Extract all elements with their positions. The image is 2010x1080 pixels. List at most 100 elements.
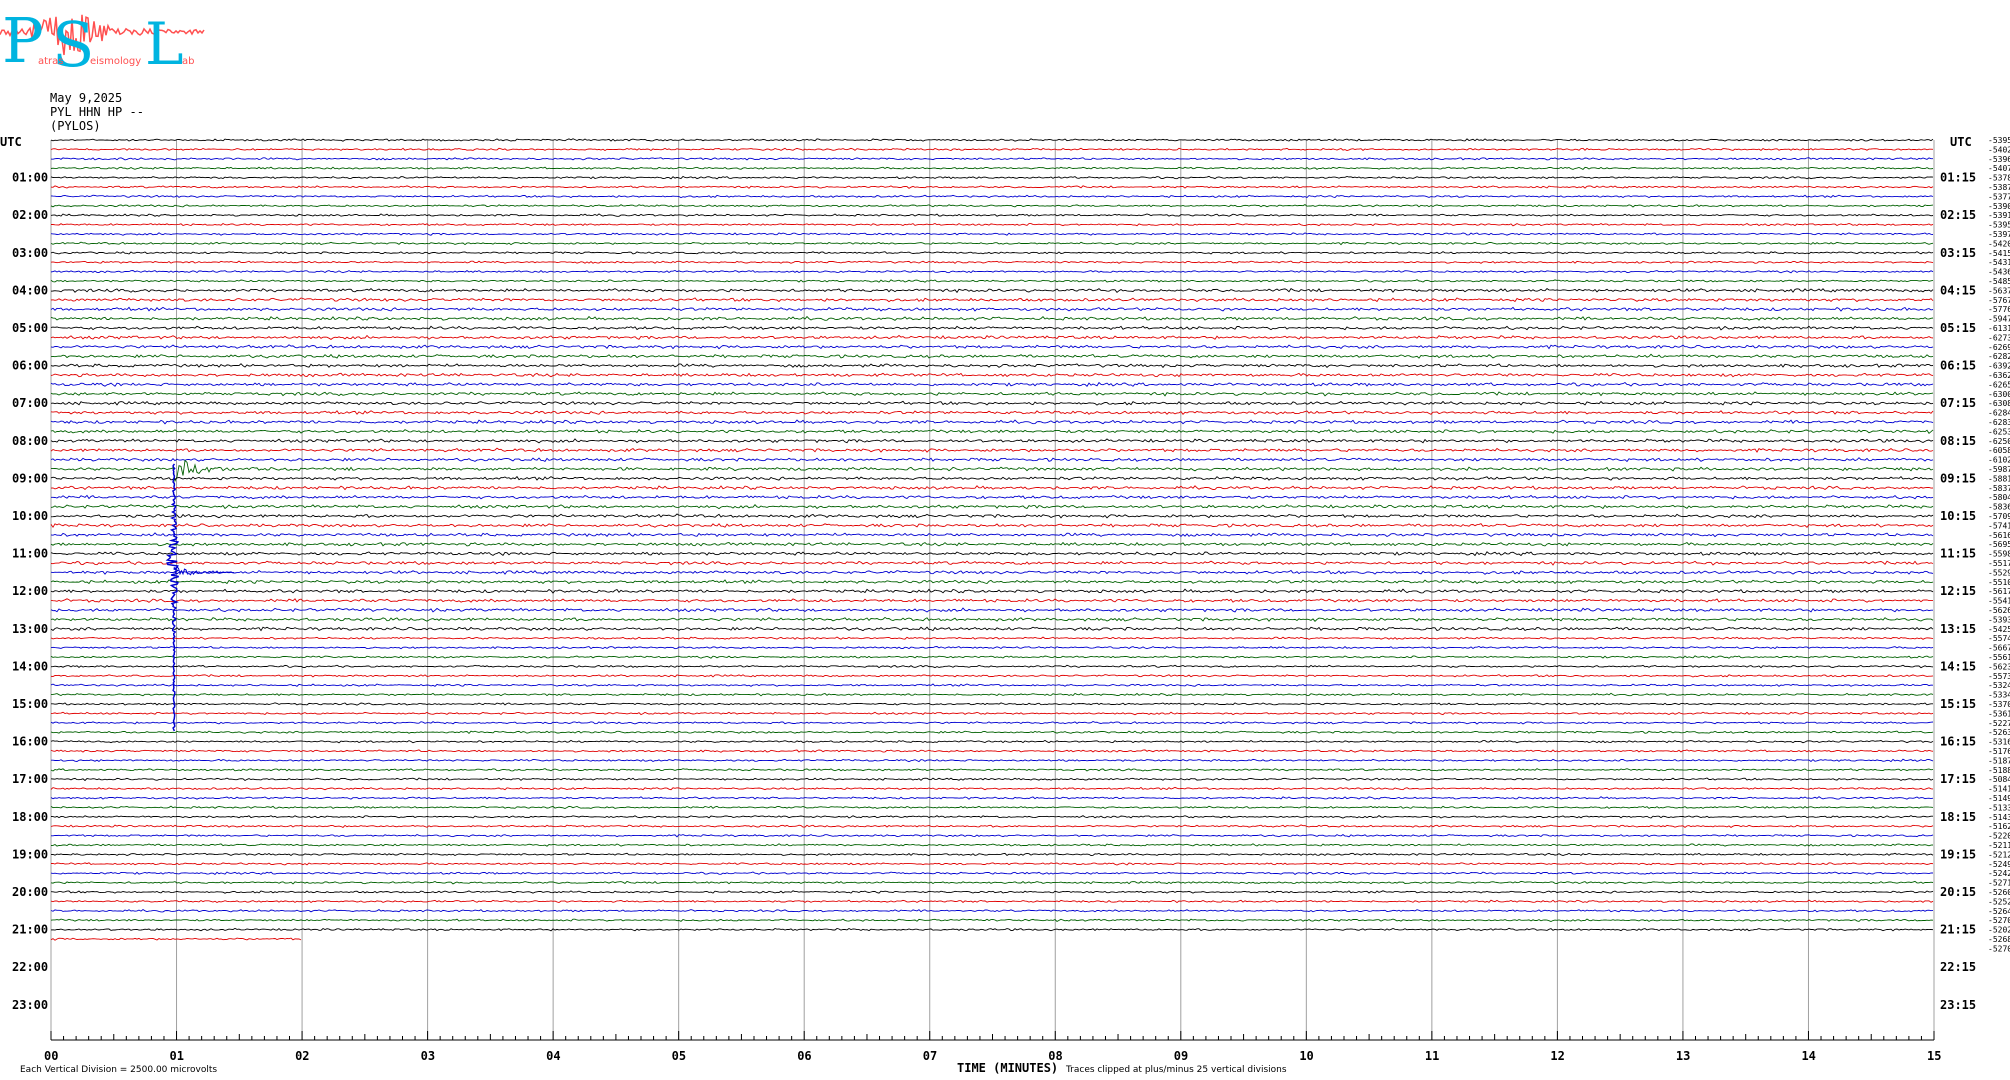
seismic-traces (50, 138, 1934, 941)
trace-offset-49: -5541 (1988, 597, 2010, 606)
earthquake-event (165, 463, 235, 732)
right-time-label-14:15: 14:15 (1940, 659, 1976, 673)
trace-offset-51: -5393 (1988, 615, 2010, 624)
x-tick-label-04: 04 (546, 1049, 560, 1063)
trace-row-84 (50, 927, 1934, 932)
trace-offset-5: -5387 (1988, 183, 2010, 192)
trace-offset-84: -5202 (1988, 926, 2010, 935)
right-time-label-18:15: 18:15 (1940, 810, 1976, 824)
trace-offset-29: -6284 (1988, 409, 2010, 418)
left-time-label-08:00: 08:00 (12, 434, 48, 448)
trace-row-40 (50, 513, 1934, 519)
trace-row-1 (50, 147, 1934, 152)
trace-row-2 (50, 157, 1933, 161)
trace-offset-65: -5176 (1988, 747, 2010, 756)
trace-offset-2: -5396 (1988, 155, 2010, 164)
right-time-label-20:15: 20:15 (1940, 885, 1976, 899)
trace-offset-21: -6273 (1988, 333, 2010, 342)
trace-offset-69: -5141 (1988, 785, 2010, 794)
right-time-label-11:15: 11:15 (1940, 547, 1976, 561)
trace-row-11 (50, 241, 1934, 246)
trace-row-69 (50, 786, 1934, 791)
right-time-label-22:15: 22:15 (1940, 960, 1976, 974)
trace-offset-64: -5316 (1988, 738, 2010, 747)
right-time-label-15:15: 15:15 (1940, 697, 1976, 711)
trace-row-33 (50, 447, 1934, 453)
trace-offset-26: -6265 (1988, 380, 2010, 389)
trace-row-15 (50, 279, 1934, 283)
trace-row-5 (50, 185, 1934, 189)
trace-row-76 (50, 852, 1934, 857)
trace-offset-7: -5390 (1988, 202, 2010, 211)
trace-row-48 (50, 588, 1934, 594)
trace-row-29 (50, 410, 1934, 415)
trace-offset-15: -5485 (1988, 277, 2010, 286)
trace-offset-3: -5407 (1988, 164, 2010, 173)
trace-row-49 (50, 598, 1933, 603)
trace-offset-20: -6131 (1988, 324, 2010, 333)
right-time-label-13:15: 13:15 (1940, 622, 1976, 636)
left-time-label-03:00: 03:00 (12, 246, 48, 260)
trace-offset-62: -5227 (1988, 719, 2010, 728)
axis-labels: UTC UTC TIME (MINUTES) Each Vertical Div… (0, 135, 2010, 1075)
right-time-label-19:15: 19:15 (1940, 847, 1976, 861)
trace-row-68 (50, 777, 1934, 782)
left-axis-label: UTC (0, 135, 22, 149)
right-time-label-09:15: 09:15 (1940, 471, 1976, 485)
x-tick-label-08: 08 (1048, 1049, 1062, 1063)
trace-offset-6: -5377 (1988, 192, 2010, 201)
trace-row-30 (50, 419, 1934, 425)
trace-offset-39: -5836 (1988, 503, 2010, 512)
trace-offset-4: -5378 (1988, 174, 2010, 183)
trace-row-17 (50, 297, 1934, 303)
trace-row-58 (50, 683, 1934, 687)
trace-offset-35: -5987 (1988, 465, 2010, 474)
trace-offset-53: -5574 (1988, 634, 2010, 643)
trace-offset-81: -5252 (1988, 897, 2010, 906)
x-tick-label-15: 15 (1927, 1049, 1941, 1063)
x-tick-label-05: 05 (672, 1049, 686, 1063)
trace-offset-66: -5187 (1988, 756, 2010, 765)
trace-offset-25: -6362 (1988, 371, 2010, 380)
trace-offset-73: -5162 (1988, 822, 2010, 831)
left-time-label-10:00: 10:00 (12, 509, 48, 523)
trace-row-9 (51, 222, 1934, 227)
trace-row-62 (50, 720, 1934, 725)
trace-offset-46: -5529 (1988, 568, 2010, 577)
trace-offset-78: -5242 (1988, 869, 2010, 878)
trace-row-65 (50, 749, 1934, 753)
trace-row-42 (50, 532, 1934, 538)
trace-row-3 (50, 166, 1934, 170)
left-time-label-16:00: 16:00 (12, 735, 48, 749)
trace-offset-68: -5084 (1988, 775, 2010, 784)
right-time-label-12:15: 12:15 (1940, 584, 1976, 598)
trace-row-52 (50, 626, 1934, 632)
trace-offset-56: -5623 (1988, 662, 2010, 671)
left-time-label-21:00: 21:00 (12, 923, 48, 937)
trace-row-51 (50, 616, 1934, 622)
trace-row-63 (50, 730, 1934, 735)
x-tick-label-12: 12 (1550, 1049, 1564, 1063)
left-time-label-18:00: 18:00 (12, 810, 48, 824)
trace-offset-54: -5667 (1988, 644, 2010, 653)
trace-row-82 (50, 908, 1934, 913)
trace-offset-13: -5431 (1988, 258, 2010, 267)
trace-row-77 (51, 862, 1934, 866)
trace-offset-59: -5334 (1988, 691, 2010, 700)
trace-row-18 (50, 306, 1934, 312)
trace-offset-40: -5709 (1988, 512, 2010, 521)
left-time-label-12:00: 12:00 (12, 584, 48, 598)
trace-offset-31: -6253 (1988, 427, 2010, 436)
x-tick-label-09: 09 (1174, 1049, 1188, 1063)
right-time-label-06:15: 06:15 (1940, 359, 1976, 373)
trace-row-25 (50, 372, 1934, 378)
trace-offset-61: -5361 (1988, 709, 2010, 718)
x-tick-label-14: 14 (1801, 1049, 1815, 1063)
trace-row-71 (50, 805, 1934, 809)
trace-row-6 (50, 194, 1934, 199)
trace-row-32 (50, 438, 1934, 444)
trace-offset-83: -5270 (1988, 916, 2010, 925)
left-time-label-15:00: 15:00 (12, 697, 48, 711)
trace-row-16 (50, 287, 1934, 294)
clip-note: Traces clipped at plus/minus 25 vertical… (1065, 1065, 1287, 1075)
